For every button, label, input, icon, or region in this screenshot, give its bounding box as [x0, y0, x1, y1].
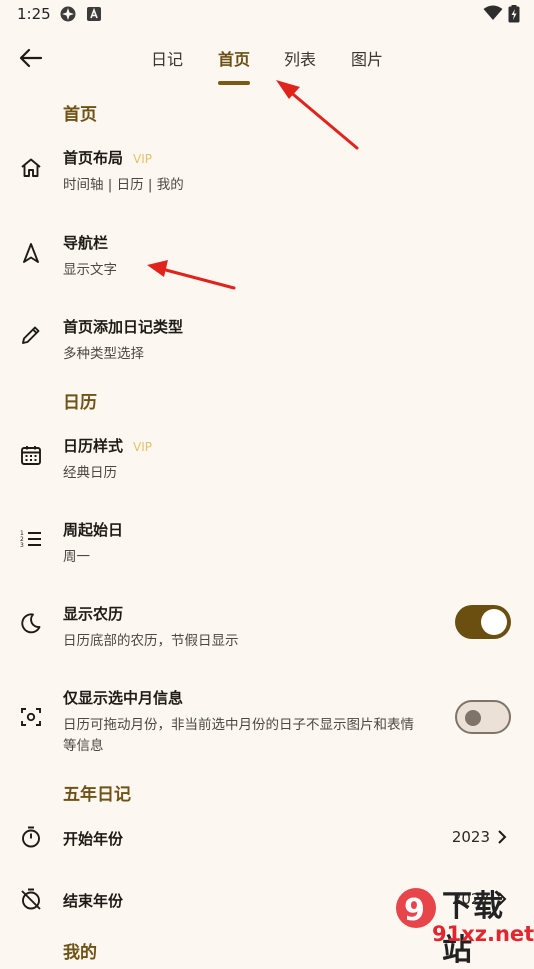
watermark-url: 91xz.net	[432, 922, 534, 946]
annotation-arrows	[147, 80, 359, 290]
annotation-arrow-navbar	[147, 260, 236, 290]
svg-text:9: 9	[404, 893, 425, 928]
annotation-arrow-tab	[276, 80, 359, 150]
